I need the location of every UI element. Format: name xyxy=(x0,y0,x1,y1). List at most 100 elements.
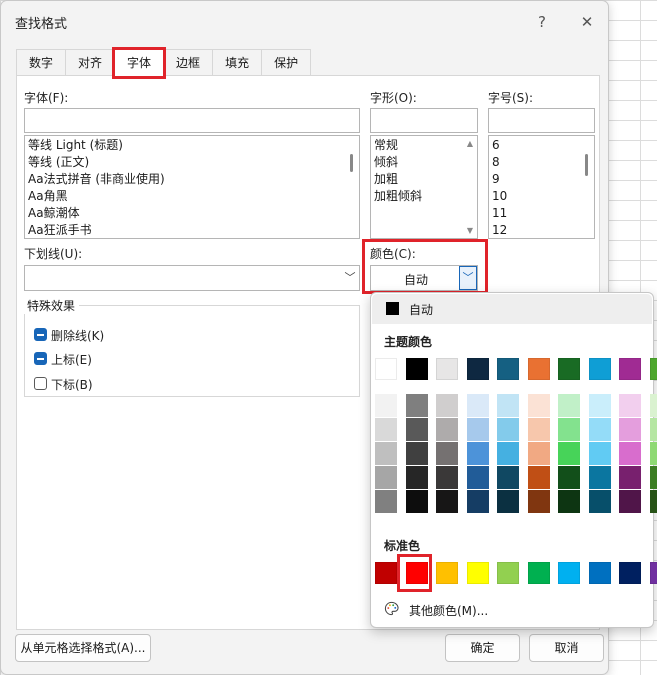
theme-shade-swatch[interactable] xyxy=(649,466,657,489)
theme-shade-swatch[interactable] xyxy=(558,490,580,513)
tab-border[interactable]: 边框 xyxy=(163,49,214,76)
style-list-scrollbar[interactable]: ▲ ▼ xyxy=(463,136,477,238)
font-list-item[interactable]: 等线 (正文) xyxy=(25,154,359,171)
standard-color-swatch[interactable] xyxy=(527,562,550,584)
style-input[interactable] xyxy=(370,108,478,133)
close-button[interactable]: ✕ xyxy=(574,9,600,35)
theme-shade-swatch[interactable] xyxy=(558,418,580,441)
theme-shade-swatch[interactable] xyxy=(588,418,611,441)
theme-shade-swatch[interactable] xyxy=(466,394,489,417)
theme-shade-swatch[interactable] xyxy=(619,490,641,513)
theme-shade-swatch[interactable] xyxy=(466,490,489,513)
underline-select[interactable]: ﹀ xyxy=(24,265,360,291)
theme-shade-swatch[interactable] xyxy=(649,490,657,513)
chevron-down-icon[interactable]: ﹀ xyxy=(459,266,477,290)
font-list[interactable]: 等线 Light (标题) 等线 (正文) Aa法式拼音 (非商业使用) Aa角… xyxy=(24,135,360,239)
theme-shade-swatch[interactable] xyxy=(649,418,657,441)
theme-color-swatch[interactable] xyxy=(649,358,657,380)
font-list-scrollbar[interactable] xyxy=(345,136,359,238)
theme-shade-swatch[interactable] xyxy=(619,466,641,489)
theme-shade-swatch[interactable] xyxy=(466,466,489,489)
theme-shade-swatch[interactable] xyxy=(466,418,489,441)
strikethrough-checkbox[interactable] xyxy=(34,328,47,341)
scrollbar-thumb[interactable] xyxy=(350,154,353,172)
font-list-item[interactable]: Aa鲸潮体 xyxy=(25,205,359,222)
theme-color-swatch[interactable] xyxy=(527,358,550,380)
subscript-label[interactable]: 下标(B) xyxy=(51,376,93,393)
style-list-item[interactable]: 常规 xyxy=(371,137,477,154)
strikethrough-label[interactable]: 删除线(K) xyxy=(51,327,104,344)
theme-shade-swatch[interactable] xyxy=(497,490,519,513)
tab-font[interactable]: 字体 xyxy=(112,47,167,79)
theme-shade-swatch[interactable] xyxy=(375,490,397,513)
theme-shade-swatch[interactable] xyxy=(436,442,458,465)
standard-color-swatch[interactable] xyxy=(558,562,580,584)
standard-color-swatch[interactable] xyxy=(649,562,657,584)
theme-shade-swatch[interactable] xyxy=(527,490,550,513)
scrollbar-thumb[interactable] xyxy=(585,154,588,176)
theme-shade-swatch[interactable] xyxy=(527,466,550,489)
theme-shade-swatch[interactable] xyxy=(588,442,611,465)
theme-shade-swatch[interactable] xyxy=(405,418,428,441)
color-select[interactable]: 自动 ﹀ xyxy=(370,265,478,291)
theme-shade-swatch[interactable] xyxy=(649,442,657,465)
cancel-button[interactable]: 取消 xyxy=(529,634,604,662)
theme-shade-swatch[interactable] xyxy=(405,442,428,465)
subscript-checkbox[interactable] xyxy=(34,377,47,390)
size-list-item[interactable]: 8 xyxy=(489,154,594,171)
theme-color-swatch[interactable] xyxy=(466,358,489,380)
size-list-item[interactable]: 6 xyxy=(489,137,594,154)
theme-shade-swatch[interactable] xyxy=(588,466,611,489)
theme-shade-swatch[interactable] xyxy=(497,394,519,417)
superscript-label[interactable]: 上标(E) xyxy=(51,351,92,368)
size-list-item[interactable]: 12 xyxy=(489,222,594,238)
theme-shade-swatch[interactable] xyxy=(375,466,397,489)
theme-shade-swatch[interactable] xyxy=(588,490,611,513)
theme-shade-swatch[interactable] xyxy=(436,490,458,513)
theme-shade-swatch[interactable] xyxy=(527,442,550,465)
chevron-down-icon[interactable]: ﹀ xyxy=(341,266,359,290)
theme-shade-swatch[interactable] xyxy=(436,394,458,417)
theme-shade-swatch[interactable] xyxy=(619,418,641,441)
size-list-item[interactable]: 9 xyxy=(489,171,594,188)
theme-color-swatch[interactable] xyxy=(588,358,611,380)
standard-color-swatch[interactable] xyxy=(497,562,519,584)
font-list-item[interactable]: Aa角黑 xyxy=(25,188,359,205)
size-list-scrollbar[interactable] xyxy=(580,136,594,238)
font-list-item[interactable]: Aa法式拼音 (非商业使用) xyxy=(25,171,359,188)
theme-shade-swatch[interactable] xyxy=(649,394,657,417)
style-list[interactable]: 常规 倾斜 加粗 加粗倾斜 ▲ ▼ xyxy=(370,135,478,239)
theme-shade-swatch[interactable] xyxy=(619,394,641,417)
font-input[interactable] xyxy=(24,108,360,133)
theme-shade-swatch[interactable] xyxy=(558,466,580,489)
theme-shade-swatch[interactable] xyxy=(527,394,550,417)
standard-color-swatch[interactable] xyxy=(588,562,611,584)
theme-shade-swatch[interactable] xyxy=(405,394,428,417)
tab-number[interactable]: 数字 xyxy=(16,49,67,76)
style-list-item[interactable]: 倾斜 xyxy=(371,154,477,171)
size-input[interactable] xyxy=(488,108,595,133)
standard-color-swatch[interactable] xyxy=(405,562,428,584)
tab-alignment[interactable]: 对齐 xyxy=(65,49,116,76)
theme-shade-swatch[interactable] xyxy=(619,442,641,465)
size-list[interactable]: 6 8 9 10 11 12 xyxy=(488,135,595,239)
theme-color-swatch[interactable] xyxy=(619,358,641,380)
ok-button[interactable]: 确定 xyxy=(445,634,520,662)
theme-shade-swatch[interactable] xyxy=(405,466,428,489)
scroll-up-icon[interactable]: ▲ xyxy=(463,139,477,148)
theme-shade-swatch[interactable] xyxy=(375,394,397,417)
standard-color-swatch[interactable] xyxy=(619,562,641,584)
font-list-item[interactable]: 等线 Light (标题) xyxy=(25,137,359,154)
theme-shade-swatch[interactable] xyxy=(558,442,580,465)
theme-shade-swatch[interactable] xyxy=(497,466,519,489)
theme-shade-swatch[interactable] xyxy=(375,418,397,441)
standard-color-swatch[interactable] xyxy=(466,562,489,584)
standard-color-swatch[interactable] xyxy=(436,562,458,584)
standard-color-swatch[interactable] xyxy=(375,562,397,584)
theme-color-swatch[interactable] xyxy=(375,358,397,380)
size-list-item[interactable]: 11 xyxy=(489,205,594,222)
theme-shade-swatch[interactable] xyxy=(375,442,397,465)
theme-color-swatch[interactable] xyxy=(558,358,580,380)
automatic-color-option[interactable]: 自动 xyxy=(372,294,652,324)
style-list-item[interactable]: 加粗倾斜 xyxy=(371,188,477,205)
